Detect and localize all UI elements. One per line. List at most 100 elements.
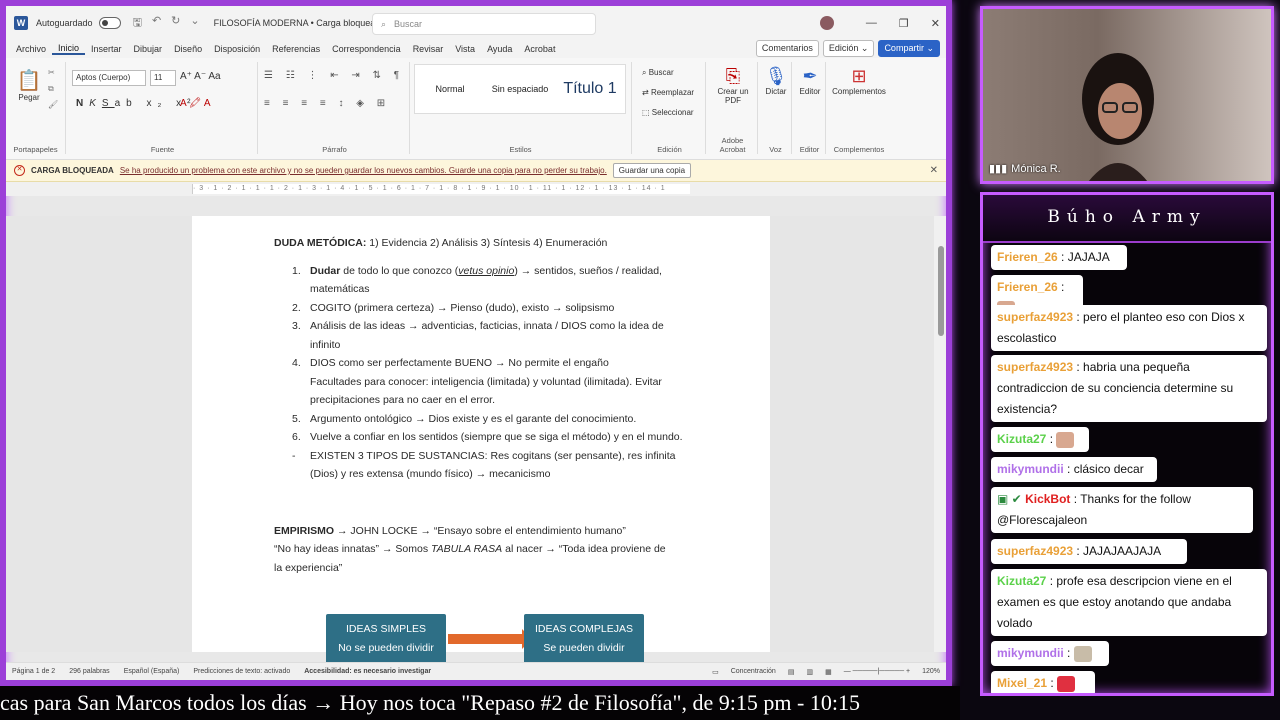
signal-icon: ▮▮▮ (989, 163, 1008, 175)
chat-username[interactable]: mikymundii (997, 462, 1064, 476)
replace-button[interactable]: ⇄ Reemplazar (642, 88, 694, 97)
accessibility-status[interactable]: Accesibilidad: es necesario investigar (304, 668, 431, 675)
document-title[interactable]: FILOSOFÍA MODERNA • Carga bloqueada ⌄ (214, 18, 396, 29)
chat-message: ▣ ✔ KickBot : Thanks for the follow @Flo… (991, 487, 1253, 533)
save-icon[interactable]: 🖫 (133, 14, 142, 33)
chat-text: : JAJAJAAJAJA (1073, 544, 1162, 558)
chat-username[interactable]: Kizuta27 (997, 574, 1046, 588)
minimize-icon[interactable]: — (866, 17, 877, 29)
find-button[interactable]: ⌕ Buscar (642, 68, 674, 78)
tab-ayuda[interactable]: Ayuda (481, 44, 518, 54)
chat-message: superfaz4923 : JAJAJAAJAJA (991, 539, 1187, 564)
list-italic: vetus opinio (458, 264, 515, 277)
paste-button[interactable]: 📋 Pegar (16, 68, 42, 102)
close-warning-icon[interactable]: ✕ (930, 165, 938, 176)
document-canvas: DUDA METÓDICA: 1) Evidencia 2) Análisis … (6, 216, 946, 664)
tab-correspondencia[interactable]: Correspondencia (326, 44, 407, 54)
list-item: - EXISTEN 3 TIPOS DE SUSTANCIAS: Res cogi… (292, 447, 692, 484)
chat-username[interactable]: Kizuta27 (997, 432, 1046, 446)
editor-group-label: Editor (799, 145, 820, 154)
word-count[interactable]: 296 palabras (69, 668, 109, 675)
addins-group-label: Complementos (833, 145, 885, 154)
read-mode-icon[interactable]: ▤ (788, 668, 795, 676)
undo-icon[interactable]: ↶ (152, 14, 161, 33)
restore-icon[interactable]: ❐ (899, 17, 909, 30)
font-color-icon[interactable]: A 🖍 A (180, 98, 211, 109)
grow-font-icon[interactable]: A⁺ A⁻ Aa (180, 71, 221, 82)
chat-message: Kizuta27 : profe esa descripcion viene e… (991, 569, 1267, 636)
addins-button[interactable]: ⊞ Complementos (830, 66, 888, 96)
replace-icon: ⇄ (642, 88, 651, 97)
comments-button[interactable]: Comentarios (755, 40, 819, 57)
tab-revisar[interactable]: Revisar (407, 44, 450, 54)
complex-ideas-box[interactable]: IDEAS COMPLEJAS Se pueden dividir (524, 614, 644, 664)
copy-icon[interactable]: ⧉ (48, 84, 54, 94)
customize-toolbar-icon[interactable]: ⌄ (190, 14, 199, 33)
addins-label: Complementos (832, 87, 886, 96)
chat-text: : JAJAJA (1057, 250, 1110, 264)
editor-label: Editor (799, 87, 821, 96)
complex-ideas-title: IDEAS COMPLEJAS (534, 623, 634, 635)
list-icons[interactable]: ☰ ☷ ⋮ ⇤ ⇥ ⇅ ¶ (264, 70, 404, 81)
ruler-scale: · 3 · 1 · 2 · 1 · 1 · 1 · 2 · 1 · 3 · 1 … (192, 184, 690, 194)
focus-mode-label[interactable]: Concentración (731, 668, 776, 675)
pdf-icon: ⎘ (725, 66, 741, 86)
focus-mode-icon[interactable]: ▭ (712, 668, 719, 676)
font-name-select[interactable]: Aptos (Cuerpo) (72, 70, 146, 86)
right-arrow-shape[interactable] (448, 629, 532, 649)
chat-username[interactable]: superfaz4923 (997, 544, 1073, 558)
tab-inicio[interactable]: Inicio (52, 43, 86, 55)
document-page[interactable]: DUDA METÓDICA: 1) Evidencia 2) Análisis … (192, 216, 770, 664)
cut-icon[interactable]: ✂ (48, 68, 55, 77)
save-copy-button[interactable]: Guardar una copia (612, 163, 692, 178)
list-number: - (292, 449, 296, 462)
tab-acrobat[interactable]: Acrobat (518, 44, 561, 54)
chat-username[interactable]: superfaz4923 (997, 310, 1073, 324)
tab-archivo[interactable]: Archivo (10, 44, 52, 54)
tab-disposicion[interactable]: Disposición (208, 44, 266, 54)
print-layout-icon[interactable]: ▥ (806, 668, 813, 676)
list-text: Vuelve a confiar en los sentidos (siempr… (310, 431, 683, 443)
select-button[interactable]: ⬚ Seleccionar (642, 108, 694, 117)
scrolling-ticker: cas para San Marcos todos los días → Hoy… (0, 686, 960, 720)
chat-username[interactable]: KickBot (1025, 492, 1070, 506)
text-predictions-status[interactable]: Predicciones de texto: activado (193, 668, 290, 675)
zoom-slider[interactable]: — ─────|───── + (844, 668, 910, 675)
quote-text: “No hay ideas innatas” → Somos (274, 543, 431, 555)
redo-icon[interactable]: ↻ (171, 14, 180, 33)
chat-username[interactable]: superfaz4923 (997, 360, 1073, 374)
font-size-select[interactable]: 11 (150, 70, 176, 86)
zoom-level[interactable]: 120% (922, 668, 940, 675)
chat-username[interactable]: mikymundii (997, 646, 1064, 660)
tab-dibujar[interactable]: Dibujar (128, 44, 169, 54)
warning-message[interactable]: Se ha producido un problema con este arc… (120, 166, 607, 175)
account-avatar[interactable] (819, 16, 834, 30)
chat-username[interactable]: Frieren_26 (997, 250, 1058, 264)
addins-group: ⊞ Complementos Complementos (828, 62, 890, 154)
web-layout-icon[interactable]: ▦ (825, 668, 832, 676)
tab-diseno[interactable]: Diseño (168, 44, 208, 54)
scroll-thumb[interactable] (938, 246, 944, 336)
align-icons[interactable]: ≡ ≡ ≡ ≡ ↕ ◈ ⊞ (264, 98, 390, 109)
emote-red-icon (1057, 675, 1076, 692)
format-painter-icon[interactable]: 🖌 (48, 100, 58, 109)
tab-insertar[interactable]: Insertar (85, 44, 128, 54)
chat-username[interactable]: Mixel_21 (997, 676, 1047, 690)
simple-ideas-box[interactable]: IDEAS SIMPLES No se pueden dividir (326, 614, 446, 664)
bold-italic-underline-icons[interactable]: NKSab x₂ x² (76, 98, 196, 109)
share-button[interactable]: Compartir ⌄ (878, 40, 940, 57)
tab-vista[interactable]: Vista (449, 44, 481, 54)
close-icon[interactable]: ✕ (931, 17, 940, 30)
dictate-button[interactable]: 🎙 Dictar (762, 66, 790, 96)
chat-username[interactable]: Frieren_26 (997, 280, 1058, 294)
search-input[interactable]: ⌕ Buscar (372, 13, 596, 35)
editor-button[interactable]: ✒ Editor (796, 66, 824, 96)
list-bold-word: Dudar (310, 264, 341, 277)
editing-mode-button[interactable]: Edición ⌄ (822, 40, 875, 57)
vertical-scrollbar[interactable] (934, 216, 946, 652)
autosave-toggle[interactable] (98, 17, 121, 29)
create-pdf-button[interactable]: ⎘ Crear un PDF (714, 66, 752, 105)
page-count[interactable]: Página 1 de 2 (12, 668, 55, 675)
language-status[interactable]: Español (España) (124, 668, 180, 675)
tab-referencias[interactable]: Referencias (266, 44, 326, 54)
